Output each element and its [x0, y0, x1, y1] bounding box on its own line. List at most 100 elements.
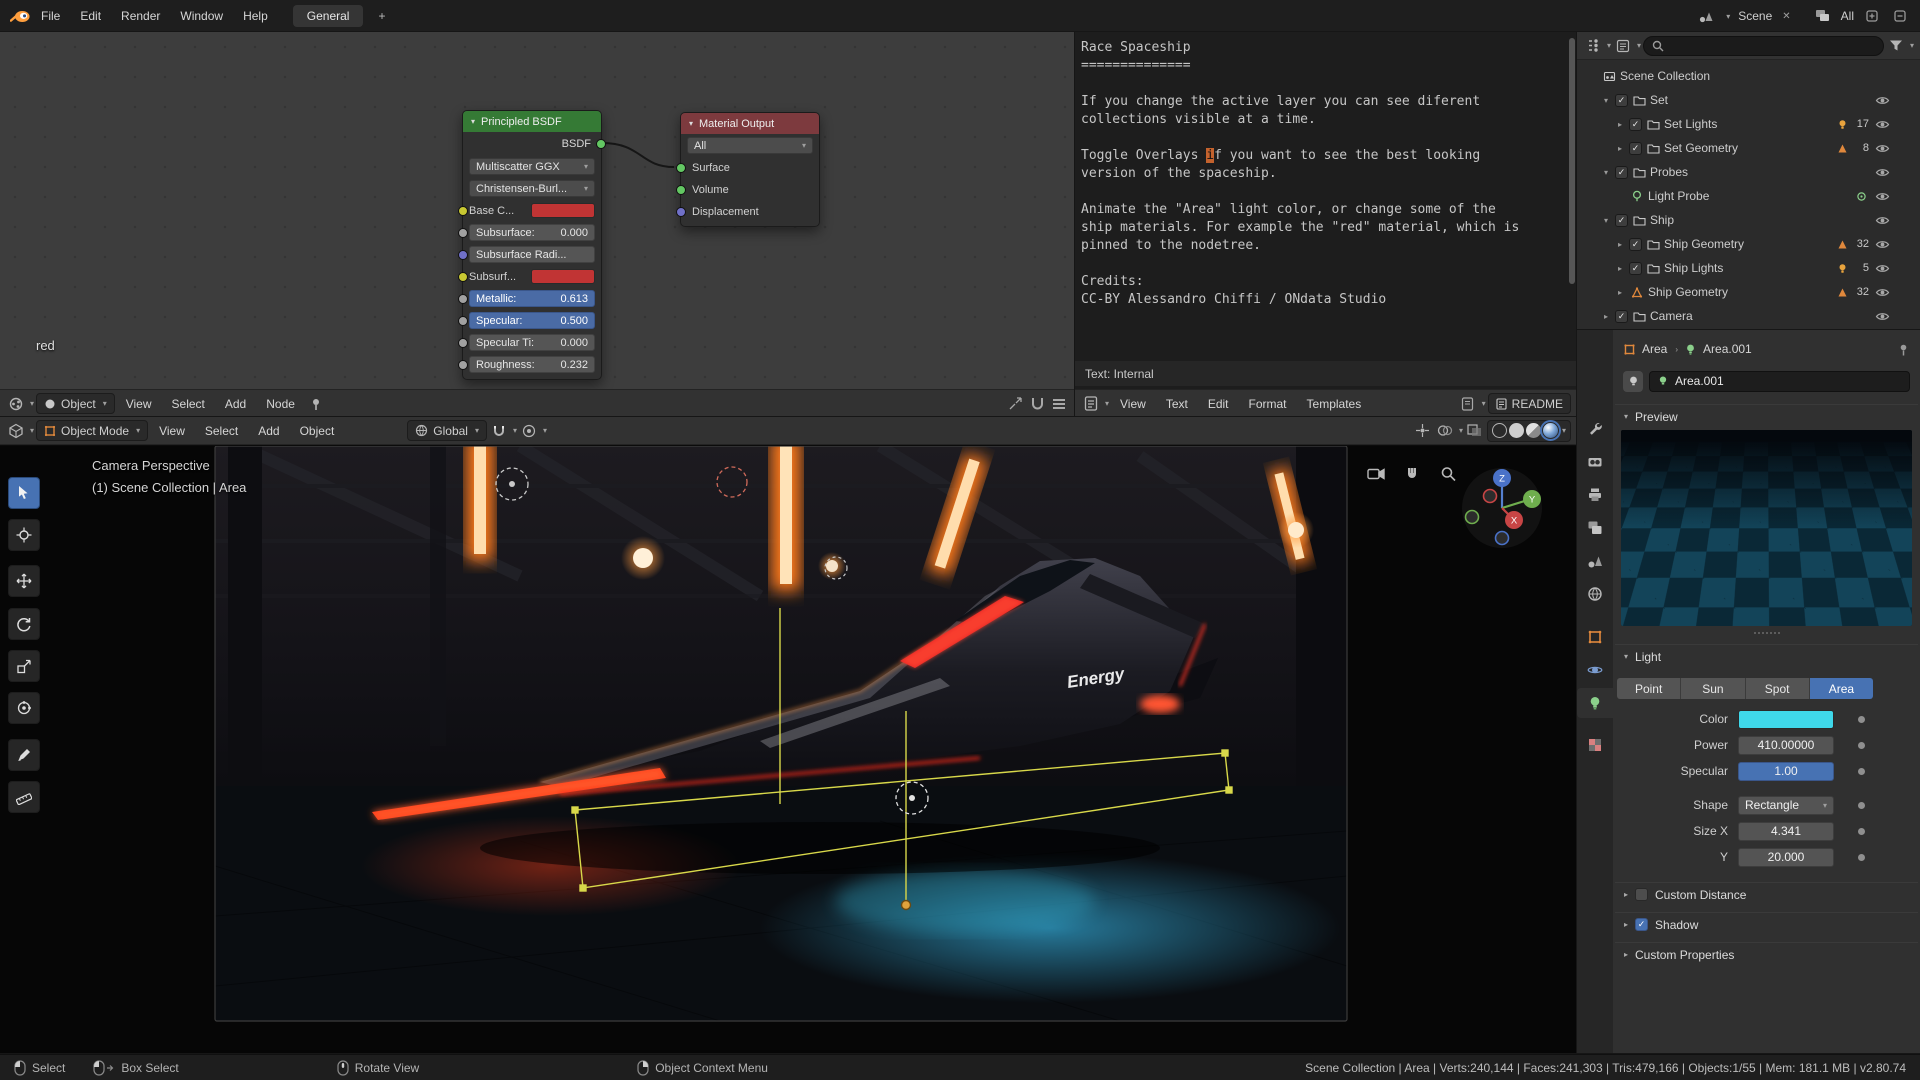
- view-layer-name[interactable]: All: [1841, 9, 1854, 23]
- viewport-canvas[interactable]: Energy: [0, 446, 1577, 1054]
- navigation-gizmo[interactable]: Z Y X: [1462, 468, 1542, 548]
- displacement-input-socket[interactable]: [676, 207, 686, 217]
- menu-render[interactable]: Render: [112, 6, 169, 26]
- collection-checkbox[interactable]: ✓: [1629, 142, 1642, 155]
- menu-add[interactable]: Add: [216, 394, 255, 414]
- outliner-item-label[interactable]: Ship Lights: [1664, 261, 1723, 275]
- menu-templates[interactable]: Templates: [1298, 394, 1371, 414]
- transform-orientation-select[interactable]: Global ▾: [407, 420, 487, 441]
- shading-solid-icon[interactable]: [1509, 423, 1524, 438]
- tab-tool[interactable]: [1577, 414, 1613, 444]
- expand-icon[interactable]: ▸: [1600, 312, 1612, 321]
- outliner-search-input[interactable]: [1643, 36, 1884, 56]
- text-line[interactable]: [1081, 76, 1577, 94]
- subsurface-color-swatch[interactable]: [531, 269, 595, 284]
- outliner-row[interactable]: ▸Ship Geometry32: [1577, 280, 1920, 304]
- text-line[interactable]: CC-BY Alessandro Chiffi / ONdata Studio: [1081, 292, 1577, 310]
- bsdf-output-socket[interactable]: [596, 139, 606, 149]
- breadcrumb-object[interactable]: Area: [1642, 342, 1667, 356]
- outliner-item-label[interactable]: Set Lights: [1664, 117, 1717, 131]
- tool-rotate[interactable]: [8, 608, 40, 640]
- shape-select[interactable]: Rectangle ▾: [1738, 796, 1834, 815]
- menu-text[interactable]: Text: [1157, 394, 1197, 414]
- panel-light[interactable]: ▾ Light: [1615, 644, 1918, 668]
- shading-material-icon[interactable]: [1526, 423, 1541, 438]
- expand-icon[interactable]: ▾: [1600, 168, 1612, 177]
- subsurface-color-socket[interactable]: [458, 272, 468, 282]
- proportional-editing-icon[interactable]: [519, 421, 539, 441]
- tab-render[interactable]: [1577, 447, 1613, 477]
- breadcrumb-data[interactable]: Area.001: [1703, 342, 1752, 356]
- text-line[interactable]: [1081, 184, 1577, 202]
- eye-icon[interactable]: [1872, 263, 1892, 274]
- panel-preview[interactable]: ▾ Preview: [1615, 404, 1918, 428]
- node-header[interactable]: ▾ Material Output: [681, 113, 819, 134]
- text-line[interactable]: Race Spaceship: [1081, 40, 1577, 58]
- base-color-socket[interactable]: [458, 206, 468, 216]
- text-line[interactable]: [1081, 256, 1577, 274]
- tool-scale[interactable]: [8, 650, 40, 682]
- text-line[interactable]: Animate the "Area" light color, or chang…: [1081, 202, 1577, 220]
- display-mode-icon[interactable]: [1613, 36, 1633, 56]
- text-editor-type-icon[interactable]: [1081, 394, 1101, 414]
- pin-icon[interactable]: [1897, 343, 1910, 356]
- tab-view-layer[interactable]: [1577, 513, 1613, 543]
- collection-checkbox[interactable]: ✓: [1629, 238, 1642, 251]
- text-line[interactable]: [1081, 130, 1577, 148]
- distribution-select[interactable]: Multiscatter GGX ▾: [469, 158, 595, 175]
- tab-object-data[interactable]: [1577, 688, 1613, 718]
- tab-scene[interactable]: [1577, 546, 1613, 576]
- panel-custom-distance[interactable]: ▸ Custom Distance: [1615, 882, 1918, 906]
- light-type-sun[interactable]: Sun: [1681, 678, 1745, 699]
- light-type-point[interactable]: Point: [1617, 678, 1681, 699]
- specular-slider[interactable]: Specular: 0.500: [469, 312, 595, 329]
- menu-object[interactable]: Object: [291, 421, 344, 441]
- snap-magnet-icon[interactable]: [489, 421, 509, 441]
- browse-light-icon[interactable]: [1623, 371, 1643, 392]
- animate-power-dot[interactable]: [1858, 742, 1865, 749]
- menu-format[interactable]: Format: [1240, 394, 1296, 414]
- shadow-checkbox[interactable]: ✓: [1635, 918, 1648, 931]
- volume-input-socket[interactable]: [676, 185, 686, 195]
- subsurface-radius-socket[interactable]: [458, 250, 468, 260]
- light-type-spot[interactable]: Spot: [1746, 678, 1810, 699]
- text-datablock-select[interactable]: README: [1488, 393, 1571, 414]
- outliner-row[interactable]: ▸✓Camera: [1577, 304, 1920, 328]
- subsurface-slider[interactable]: Subsurface: 0.000: [469, 224, 595, 241]
- animate-shape-dot[interactable]: [1858, 802, 1865, 809]
- surface-input-socket[interactable]: [676, 163, 686, 173]
- animate-size-x-dot[interactable]: [1858, 828, 1865, 835]
- menu-window[interactable]: Window: [171, 6, 232, 26]
- menu-edit[interactable]: Edit: [1199, 394, 1238, 414]
- expand-icon[interactable]: ▸: [1614, 144, 1626, 153]
- tab-world[interactable]: [1577, 579, 1613, 609]
- tool-move[interactable]: [8, 565, 40, 597]
- metallic-slider[interactable]: Metallic: 0.613: [469, 290, 595, 307]
- menu-node[interactable]: Node: [257, 394, 304, 414]
- roughness-slider[interactable]: Roughness: 0.232: [469, 356, 595, 373]
- text-line[interactable]: Credits:: [1081, 274, 1577, 292]
- outliner-item-label[interactable]: Set Geometry: [1664, 141, 1738, 155]
- expand-icon[interactable]: ▸: [1614, 264, 1626, 273]
- browse-text-icon[interactable]: [1458, 394, 1478, 414]
- panel-custom-properties[interactable]: ▸ Custom Properties: [1615, 942, 1918, 966]
- overlays-icon[interactable]: [1435, 421, 1455, 441]
- parent-links-icon[interactable]: [1005, 394, 1025, 414]
- text-line[interactable]: pinned to the nodetree.: [1081, 238, 1577, 256]
- scene-icon[interactable]: [1696, 6, 1716, 26]
- eye-icon[interactable]: [1872, 215, 1892, 226]
- outliner-row[interactable]: Light Probe: [1577, 184, 1920, 208]
- specular-socket[interactable]: [458, 316, 468, 326]
- outliner-item-label[interactable]: Ship Geometry: [1648, 285, 1728, 299]
- eye-icon[interactable]: [1872, 143, 1892, 154]
- expand-icon[interactable]: ▸: [1614, 288, 1626, 297]
- shader-type-select[interactable]: Object ▾: [36, 393, 115, 414]
- eye-icon[interactable]: [1872, 239, 1892, 250]
- tool-cursor[interactable]: [8, 519, 40, 551]
- collapse-node-icon[interactable]: ▾: [471, 117, 475, 126]
- animate-specular-dot[interactable]: [1858, 768, 1865, 775]
- outliner-row[interactable]: ▸✓Set Geometry8: [1577, 136, 1920, 160]
- shading-wireframe-icon[interactable]: [1492, 423, 1507, 438]
- text-line[interactable]: ship materials. For example the "red" ma…: [1081, 220, 1577, 238]
- add-workspace-button[interactable]: +: [371, 6, 392, 26]
